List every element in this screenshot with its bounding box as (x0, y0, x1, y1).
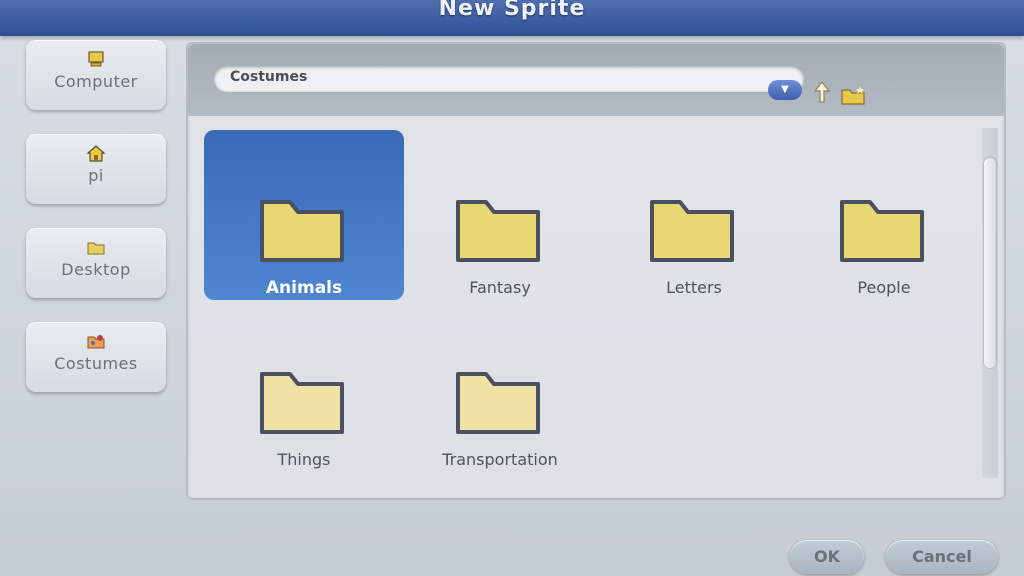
new-folder-icon[interactable] (840, 84, 866, 106)
current-path: Costumes (230, 69, 308, 85)
folder-animals[interactable]: Animals (204, 130, 404, 300)
sidebar-item-label: Desktop (61, 260, 131, 279)
folder-label: Fantasy (469, 278, 531, 297)
path-bar: Costumes ▼ (188, 44, 1004, 116)
folder-icon (840, 200, 924, 262)
home-icon (86, 145, 106, 162)
folder-label: People (857, 278, 911, 297)
folder-label: Letters (666, 278, 722, 297)
folder-fantasy[interactable]: Fantasy (400, 130, 600, 300)
computer-icon (88, 51, 104, 67)
sidebar-item-label: Computer (54, 72, 138, 91)
costumes-icon (87, 335, 105, 349)
path-selector[interactable]: Costumes (214, 66, 804, 92)
file-browser-panel: Costumes ▼ Animals Fantasy Letters Peopl… (186, 42, 1006, 500)
sidebar-item-pi[interactable]: pi (26, 134, 166, 204)
folder-letters[interactable]: Letters (594, 130, 794, 300)
folder-icon (650, 200, 734, 262)
folder-label: Things (277, 450, 331, 469)
sidebar-item-label: Costumes (54, 354, 138, 373)
folder-icon (456, 200, 540, 262)
folder-people[interactable]: People (784, 130, 984, 300)
chevron-down-icon[interactable]: ▼ (768, 80, 802, 100)
folder-icon (456, 372, 540, 434)
sidebar-item-label: pi (88, 166, 104, 185)
folder-transportation[interactable]: Transportation (400, 302, 600, 472)
ok-button[interactable]: OK (790, 540, 864, 574)
sidebar-item-desktop[interactable]: Desktop (26, 228, 166, 298)
sidebar-item-costumes[interactable]: Costumes (26, 322, 166, 392)
folder-label: Animals (265, 278, 343, 298)
folder-icon (260, 200, 344, 262)
folder-label: Transportation (442, 450, 558, 469)
folder-things[interactable]: Things (204, 302, 404, 472)
sidebar-item-computer[interactable]: Computer (26, 40, 166, 110)
desktop-folder-icon (87, 242, 105, 255)
dialog-title: New Sprite (438, 0, 586, 21)
sidebar: Computer pi Desktop Costumes (22, 36, 172, 416)
folder-grid: Animals Fantasy Letters People Things Tr… (188, 116, 978, 496)
up-arrow-icon[interactable] (812, 80, 832, 106)
vertical-scrollbar[interactable] (982, 128, 998, 478)
cancel-button[interactable]: Cancel (886, 540, 998, 574)
scrollbar-thumb[interactable] (984, 158, 996, 368)
dialog-title-bar: New Sprite (0, 0, 1024, 36)
folder-icon (260, 372, 344, 434)
